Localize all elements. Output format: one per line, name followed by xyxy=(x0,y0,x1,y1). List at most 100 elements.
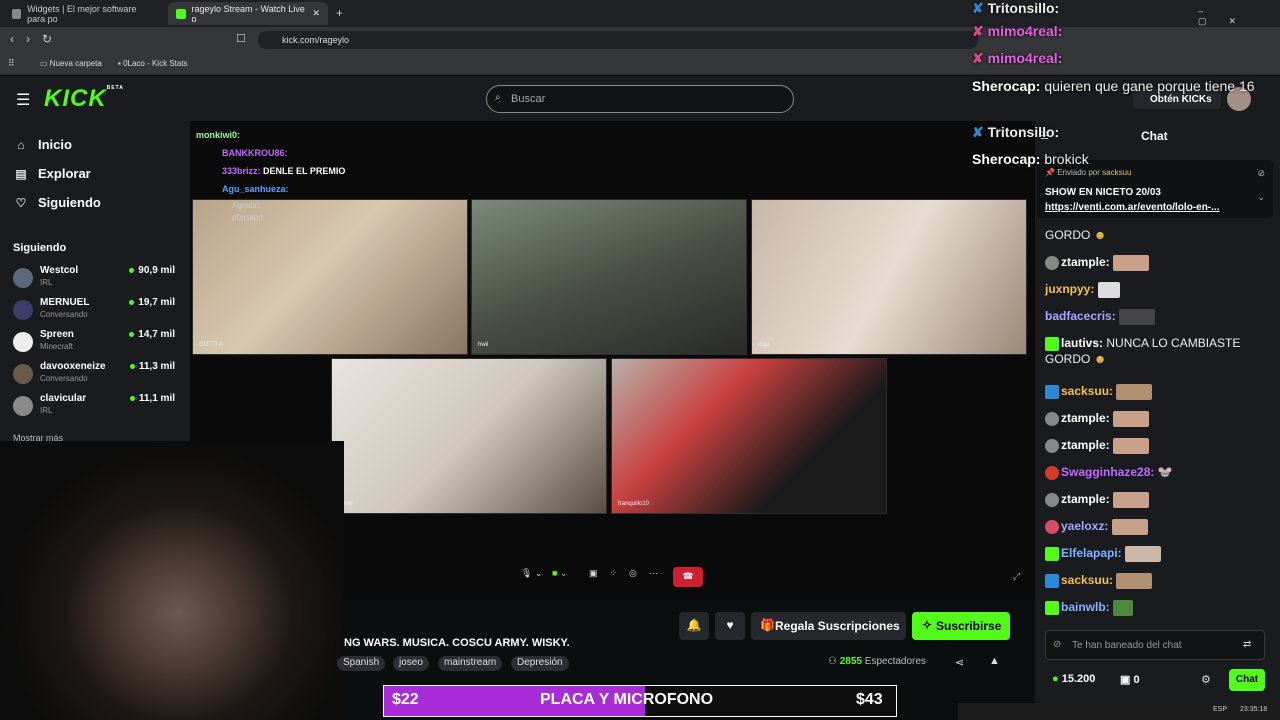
pinned-link[interactable]: https://venti.com.ar/evento/lolo-en-... xyxy=(1045,202,1219,213)
sidebar-item-inicio[interactable]: ⌂ Inicio xyxy=(14,137,72,152)
kick-logo[interactable]: KICKBETA xyxy=(44,85,124,113)
new-tab-icon[interactable]: + xyxy=(336,6,343,20)
viewer-count: ⚇ 2855 Espectadores xyxy=(828,656,926,667)
home-icon: ⌂ xyxy=(17,137,25,152)
gift-subs-button[interactable]: 🎁 Regala Suscripciones xyxy=(751,612,906,640)
badge-icon: ✘ xyxy=(972,0,984,16)
call-controls[interactable]: ▣⁘◎⋯ xyxy=(589,568,670,585)
following-item[interactable]: clavicular IRL 11,1 mil xyxy=(13,392,179,422)
chat-user[interactable]: badfacecris: xyxy=(1045,309,1116,323)
chat-user[interactable]: ztample: xyxy=(1061,255,1110,269)
settings-gear-icon[interactable]: ⚙ xyxy=(1201,673,1211,686)
chat-input[interactable]: Te han baneado del chat xyxy=(1045,630,1265,660)
chat-send-button[interactable]: Chat xyxy=(1229,669,1265,691)
channel-category: IRL xyxy=(40,278,53,287)
apps-icon[interactable]: ⠿ xyxy=(8,58,15,69)
goal-label: PLACA Y MICROFONO xyxy=(540,691,714,708)
hide-pin-icon[interactable]: ⊘ xyxy=(1257,168,1265,179)
browser-tab-active[interactable]: rageylo Stream - Watch Live o ✕ xyxy=(168,2,328,25)
sidebar-item-label: Inicio xyxy=(38,137,72,152)
sidebar-item-siguiendo[interactable]: ♡ Siguiendo xyxy=(14,195,101,210)
chat-user[interactable]: ztample: xyxy=(1061,438,1110,452)
chat-user[interactable]: Swagginhaze28: xyxy=(1061,465,1154,479)
tab-title: Widgets | El mejor software para po xyxy=(27,3,137,24)
chat-message: ztample: xyxy=(1045,437,1150,454)
star-icon: ✧ xyxy=(922,618,933,632)
chat-message: lautivs: NUNCA LO CAMBIASTE GORDO ☻ xyxy=(1045,335,1267,367)
viewer-count: 11,3 mil xyxy=(130,361,175,372)
badge-icon xyxy=(1045,573,1059,588)
close-tab-icon[interactable]: ✕ xyxy=(312,8,320,19)
window-controls[interactable]: –▢✕ xyxy=(1198,6,1280,27)
following-item[interactable]: Westcol IRL 90,9 mil xyxy=(13,264,179,294)
follow-heart-icon[interactable]: ♥ xyxy=(715,612,745,640)
badge-icon: ✘ xyxy=(972,23,984,39)
overlay-text: brokick xyxy=(1044,151,1089,167)
fullscreen-icon[interactable]: ⤢ xyxy=(1013,571,1020,582)
get-kicks-label: Obtén KICKs xyxy=(1150,94,1212,105)
following-item[interactable]: Spreen Minecraft 14,7 mil xyxy=(13,328,179,358)
chat-user[interactable]: Elfelapapi: xyxy=(1061,546,1122,560)
points-balance[interactable]: ▣ 0 xyxy=(1120,673,1140,686)
kicks-balance[interactable]: ● 15.200 xyxy=(1052,673,1095,685)
pin-icon: 📌 xyxy=(1045,168,1055,177)
pinned-meta: 📌 Enviado por sacksuu xyxy=(1045,168,1132,177)
video-tile: franquillo10 xyxy=(611,358,887,514)
notification-bell-icon[interactable]: 🔔 xyxy=(679,612,709,640)
bookmark-item[interactable]: ▪ 0Laco - Kick Stats xyxy=(118,59,188,68)
channel-category: Minecraft xyxy=(40,342,73,351)
emote-icon: 🐭 xyxy=(1157,465,1173,479)
channel-category: Conversando xyxy=(40,310,88,319)
menu-icon[interactable]: ☰ xyxy=(16,90,30,110)
tag-chip[interactable]: Spanish xyxy=(337,656,386,671)
overlay-user: mimo4real: xyxy=(987,23,1063,39)
mic-icon[interactable]: 🎙 ⌄ xyxy=(521,568,542,585)
url-field[interactable]: kick.com/rageylo xyxy=(258,31,978,49)
end-call-button[interactable]: ☎ xyxy=(673,567,703,587)
overlay-user: Tritonsillo: xyxy=(987,0,1060,16)
channel-category: Conversando xyxy=(40,374,88,383)
share-icon[interactable]: ⋖ xyxy=(955,656,964,669)
chat-message: bainwlb: xyxy=(1045,599,1134,616)
avatar xyxy=(13,300,33,320)
search-input[interactable]: Buscar xyxy=(486,85,794,113)
subscribe-button[interactable]: ✧ Suscribirse xyxy=(912,612,1010,640)
chat-user[interactable]: sacksuu: xyxy=(1061,384,1113,398)
chat-user[interactable]: yaeloxz: xyxy=(1061,519,1108,533)
badge-icon xyxy=(1045,492,1059,507)
chat-user[interactable]: sacksuu: xyxy=(1061,573,1113,587)
chat-message: badfacecris: xyxy=(1045,308,1156,325)
badge-icon xyxy=(1045,465,1059,480)
overlay-chat-extra: Agsabri: p0gsabri: xyxy=(232,200,265,224)
browser-tab[interactable]: Widgets | El mejor software para po xyxy=(4,2,164,25)
viewer-number: 2855 xyxy=(839,656,862,667)
tag-chip[interactable]: mainstream xyxy=(438,656,503,671)
chat-user[interactable]: ztample: xyxy=(1061,492,1110,506)
nav-buttons[interactable]: ‹›↻ xyxy=(10,32,64,46)
pinned-text: SHOW EN NICETO 20/03 xyxy=(1045,187,1161,198)
following-item[interactable]: MERNUEL Conversando 19,7 mil xyxy=(13,296,179,326)
following-item[interactable]: davooxeneize Conversando 11,3 mil xyxy=(13,360,179,390)
tag-chip[interactable]: Depresión xyxy=(511,656,569,671)
beta-badge: BETA xyxy=(106,85,124,91)
bookmark-icon[interactable]: ☐ xyxy=(236,32,246,45)
heart-icon: ♡ xyxy=(15,195,27,210)
chat-user[interactable]: bainwlb: xyxy=(1061,600,1110,614)
tag-chip[interactable]: joseo xyxy=(393,656,429,671)
emote-picker-icon[interactable]: ⇄ xyxy=(1243,639,1251,650)
sidebar-item-label: Siguiendo xyxy=(38,195,101,210)
bookmark-folder[interactable]: ▭ Nueva carpeta xyxy=(40,59,102,68)
chat-user[interactable]: ztample: xyxy=(1061,411,1110,425)
participant-name: GOTTI A xyxy=(199,342,223,348)
badge-icon xyxy=(1045,519,1059,534)
overlay-chat-line: ✘ mimo4real: xyxy=(972,50,1062,66)
sidebar-item-explorar[interactable]: ▤ Explorar xyxy=(14,166,90,181)
camera-icon[interactable]: ■ ⌄ xyxy=(552,568,567,585)
chat-user[interactable]: lautivs: xyxy=(1061,336,1103,350)
bookmark-label: 0Laco - Kick Stats xyxy=(123,59,188,68)
following-heading: Siguiendo xyxy=(13,242,67,254)
report-icon[interactable]: ▲ xyxy=(989,655,1000,667)
chevron-down-icon[interactable]: ⌄ xyxy=(1257,192,1265,203)
chat-user[interactable]: juxnpyy: xyxy=(1045,282,1094,296)
avatar xyxy=(13,268,33,288)
